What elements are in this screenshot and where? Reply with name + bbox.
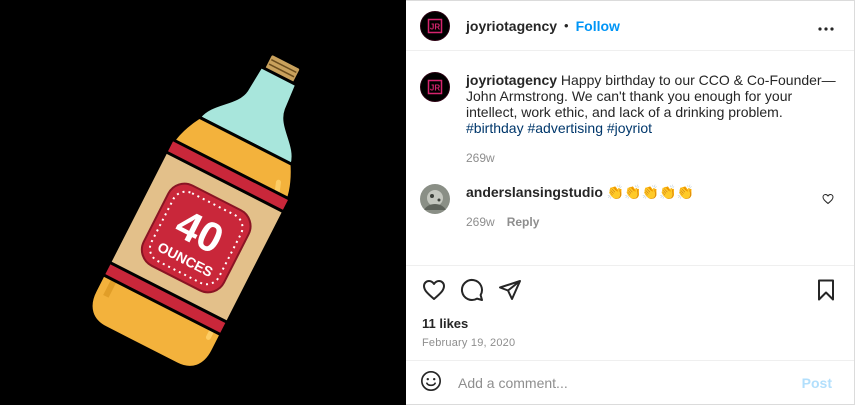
caption-avatar[interactable]: JR: [420, 72, 450, 102]
comment-like-icon[interactable]: [822, 192, 834, 208]
avatar[interactable]: JR: [420, 10, 450, 41]
more-options-icon[interactable]: [818, 18, 834, 34]
joyriot-logo-icon: JR: [427, 18, 443, 33]
bottle-illustration: 40 OUNCES: [89, 52, 303, 369]
caption-age[interactable]: 269w: [466, 150, 495, 166]
comment-age[interactable]: 269w: [466, 214, 495, 230]
post-comment-button[interactable]: Post: [802, 375, 832, 391]
reply-button[interactable]: Reply: [507, 214, 540, 230]
instagram-post: 40 OUNCES JR joyriotagency • Follow JR j…: [0, 0, 855, 405]
comment-input[interactable]: [458, 374, 802, 391]
add-comment-bar: Post: [406, 360, 854, 404]
heart-icon[interactable]: [422, 278, 446, 305]
header-username[interactable]: joyriotagency: [466, 18, 557, 34]
action-bar: 11 likes February 19, 2020: [406, 265, 854, 349]
svg-text:JR: JR: [430, 84, 440, 93]
post-header: JR joyriotagency • Follow: [406, 1, 854, 51]
comment-text: 👏👏👏👏👏: [606, 184, 694, 200]
comment-username[interactable]: anderslansingstudio: [466, 184, 603, 200]
hashtag-birthday[interactable]: #birthday: [466, 120, 524, 136]
commenter-avatar[interactable]: [420, 184, 450, 214]
hashtag-advertising[interactable]: #advertising: [527, 120, 603, 136]
emoji-icon[interactable]: [420, 370, 442, 395]
caption-username[interactable]: joyriotagency: [466, 72, 557, 88]
post-date[interactable]: February 19, 2020: [422, 337, 838, 349]
likes-count[interactable]: 11 likes: [422, 316, 838, 331]
hashtag-joyriot[interactable]: #joyriot: [607, 120, 652, 136]
post-sidebar: JR joyriotagency • Follow JR joyriotagen…: [406, 0, 855, 405]
share-icon[interactable]: [498, 278, 522, 305]
post-image[interactable]: 40 OUNCES: [0, 0, 406, 405]
caption: JR joyriotagency Happy birthday to our C…: [420, 72, 840, 166]
follow-button[interactable]: Follow: [576, 18, 620, 34]
comments-section: JR joyriotagency Happy birthday to our C…: [406, 52, 854, 264]
comment-item: anderslansingstudio 👏👏👏👏👏 269w Reply: [420, 184, 840, 230]
svg-text:JR: JR: [430, 22, 440, 31]
joyriot-logo-icon: JR: [427, 79, 443, 95]
comment-icon[interactable]: [460, 278, 484, 305]
save-icon[interactable]: [814, 278, 838, 305]
header-separator: •: [564, 18, 569, 33]
